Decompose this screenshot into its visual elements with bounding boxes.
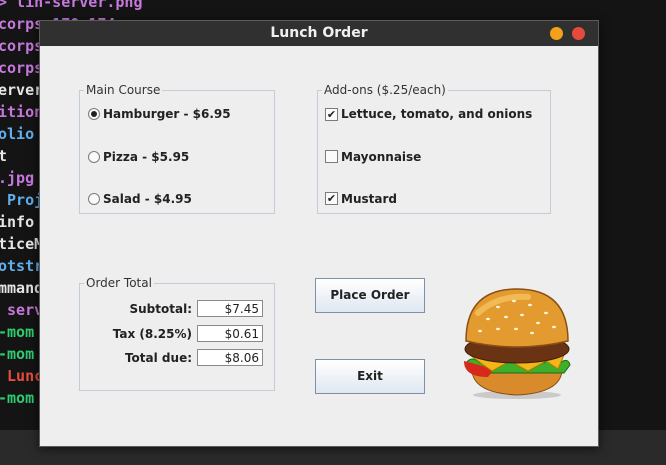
- window-title: Lunch Order: [270, 25, 368, 41]
- hamburger-image: [464, 288, 571, 399]
- place-order-button[interactable]: Place Order: [315, 278, 425, 313]
- hamburger-radio[interactable]: [88, 108, 100, 120]
- tax-label: Tax (8.25%): [112, 327, 192, 341]
- mayonnaise-checkbox[interactable]: [325, 150, 338, 163]
- order-total-title: Order Total: [84, 275, 154, 291]
- addons-group: Add-ons ($.25/each) ✔ Lettuce, tomato, a…: [317, 82, 551, 214]
- hamburger-label[interactable]: Hamburger - $6.95: [103, 106, 231, 122]
- mayonnaise-label[interactable]: Mayonnaise: [341, 149, 421, 165]
- check-mark-icon: ✔: [326, 108, 337, 121]
- mustard-checkbox[interactable]: ✔: [325, 192, 338, 205]
- pizza-radio[interactable]: [88, 151, 100, 163]
- terminal-line: corps: [0, 37, 44, 55]
- terminal-line: corps: [0, 59, 44, 77]
- terminal-line: .jpg: [0, 169, 35, 187]
- main-course-group: Main Course Hamburger - $6.95 Pizza - $5…: [79, 82, 275, 214]
- exit-button[interactable]: Exit: [315, 359, 425, 394]
- subtotal-label: Subtotal:: [129, 302, 192, 316]
- mustard-label[interactable]: Mustard: [341, 191, 397, 207]
- main-course-title: Main Course: [84, 82, 163, 98]
- terminal-line: Proj: [0, 191, 44, 209]
- terminal-line: mmand: [0, 279, 44, 297]
- tax-field[interactable]: $0.61: [197, 325, 263, 342]
- terminal-line: -mom: [0, 345, 35, 363]
- terminal-line: erver: [0, 81, 44, 99]
- terminal-line: > lin-server.png: [0, 0, 143, 11]
- check-mark-icon: ✔: [326, 192, 337, 205]
- salad-radio[interactable]: [88, 193, 100, 205]
- minimize-button[interactable]: [550, 27, 563, 40]
- terminal-line: -mom: [0, 389, 35, 407]
- lunch-order-window: Lunch Order Main Course Hamburger - $6.9…: [39, 20, 599, 447]
- terminal-line: ticeM: [0, 235, 44, 253]
- lettuce-checkbox[interactable]: ✔: [325, 108, 338, 121]
- addons-title: Add-ons ($.25/each): [322, 82, 448, 98]
- terminal-line: ition: [0, 103, 44, 121]
- terminal-line: info: [0, 213, 35, 231]
- salad-label[interactable]: Salad - $4.95: [103, 191, 192, 207]
- total-due-label: Total due:: [124, 351, 192, 365]
- terminal-line: olio: [0, 125, 35, 143]
- terminal-line: serv: [0, 301, 44, 319]
- lettuce-label[interactable]: Lettuce, tomato, and onions: [341, 106, 532, 122]
- terminal-line: otstr: [0, 257, 44, 275]
- pizza-label[interactable]: Pizza - $5.95: [103, 149, 189, 165]
- total-due-field[interactable]: $8.06: [197, 349, 263, 366]
- terminal-line: t: [0, 147, 8, 165]
- terminal-line: -mom: [0, 323, 35, 341]
- terminal-line: Lunc: [0, 367, 44, 385]
- close-button[interactable]: [572, 27, 585, 40]
- order-total-group: Order Total Subtotal: $7.45 Tax (8.25%) …: [79, 275, 275, 391]
- window-titlebar[interactable]: Lunch Order: [40, 21, 598, 46]
- subtotal-field[interactable]: $7.45: [197, 300, 263, 317]
